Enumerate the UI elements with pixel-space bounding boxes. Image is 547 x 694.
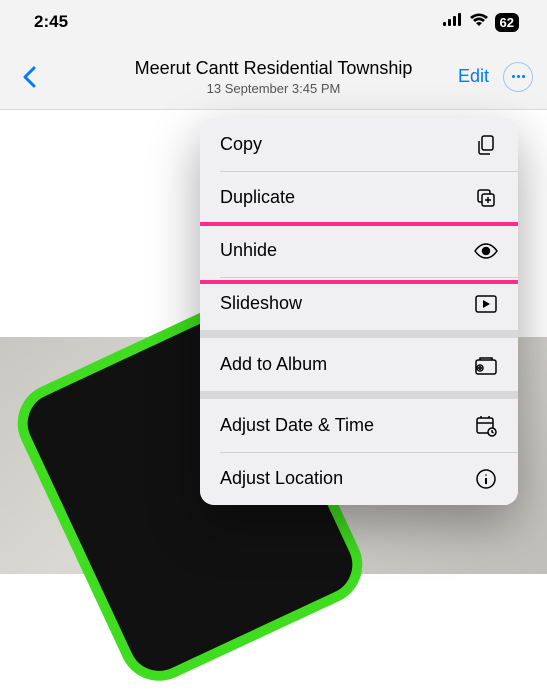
page-subtitle: 13 September 3:45 PM bbox=[135, 81, 413, 96]
menu-item-duplicate[interactable]: Duplicate bbox=[200, 171, 518, 224]
menu-separator bbox=[200, 391, 518, 399]
menu-label: Copy bbox=[220, 134, 262, 155]
play-icon bbox=[474, 292, 498, 316]
duplicate-icon bbox=[474, 186, 498, 210]
nav-bar: Meerut Cantt Residential Township 13 Sep… bbox=[0, 44, 547, 110]
menu-label: Add to Album bbox=[220, 354, 327, 375]
menu-item-copy[interactable]: Copy bbox=[200, 118, 518, 171]
wifi-icon bbox=[469, 13, 489, 32]
status-indicators: 62 bbox=[443, 13, 519, 32]
menu-label: Adjust Location bbox=[220, 468, 343, 489]
edit-button[interactable]: Edit bbox=[458, 66, 489, 87]
menu-label: Duplicate bbox=[220, 187, 295, 208]
status-time: 2:45 bbox=[34, 12, 68, 32]
menu-item-unhide[interactable]: Unhide bbox=[200, 224, 518, 277]
eye-icon bbox=[474, 239, 498, 263]
calendar-clock-icon bbox=[474, 414, 498, 438]
page-title: Meerut Cantt Residential Township bbox=[135, 58, 413, 79]
menu-item-adjust-date-time[interactable]: Adjust Date & Time bbox=[200, 399, 518, 452]
menu-item-slideshow[interactable]: Slideshow bbox=[200, 277, 518, 330]
info-icon bbox=[474, 467, 498, 491]
more-button[interactable] bbox=[503, 62, 533, 92]
menu-label: Slideshow bbox=[220, 293, 302, 314]
ellipsis-icon bbox=[512, 75, 525, 78]
context-menu: Copy Duplicate Unhide Slideshow A bbox=[200, 118, 518, 505]
menu-item-adjust-location[interactable]: Adjust Location bbox=[200, 452, 518, 505]
cellular-icon bbox=[443, 13, 463, 31]
back-button[interactable] bbox=[14, 66, 44, 88]
nav-title-block: Meerut Cantt Residential Township 13 Sep… bbox=[135, 58, 413, 96]
menu-item-add-to-album[interactable]: Add to Album bbox=[200, 338, 518, 391]
menu-label: Adjust Date & Time bbox=[220, 415, 374, 436]
menu-separator bbox=[200, 330, 518, 338]
battery-percent: 62 bbox=[500, 15, 514, 30]
battery-indicator: 62 bbox=[495, 13, 519, 32]
copy-icon bbox=[474, 133, 498, 157]
menu-label: Unhide bbox=[220, 240, 277, 261]
album-add-icon bbox=[474, 353, 498, 377]
status-bar: 2:45 62 bbox=[0, 0, 547, 44]
